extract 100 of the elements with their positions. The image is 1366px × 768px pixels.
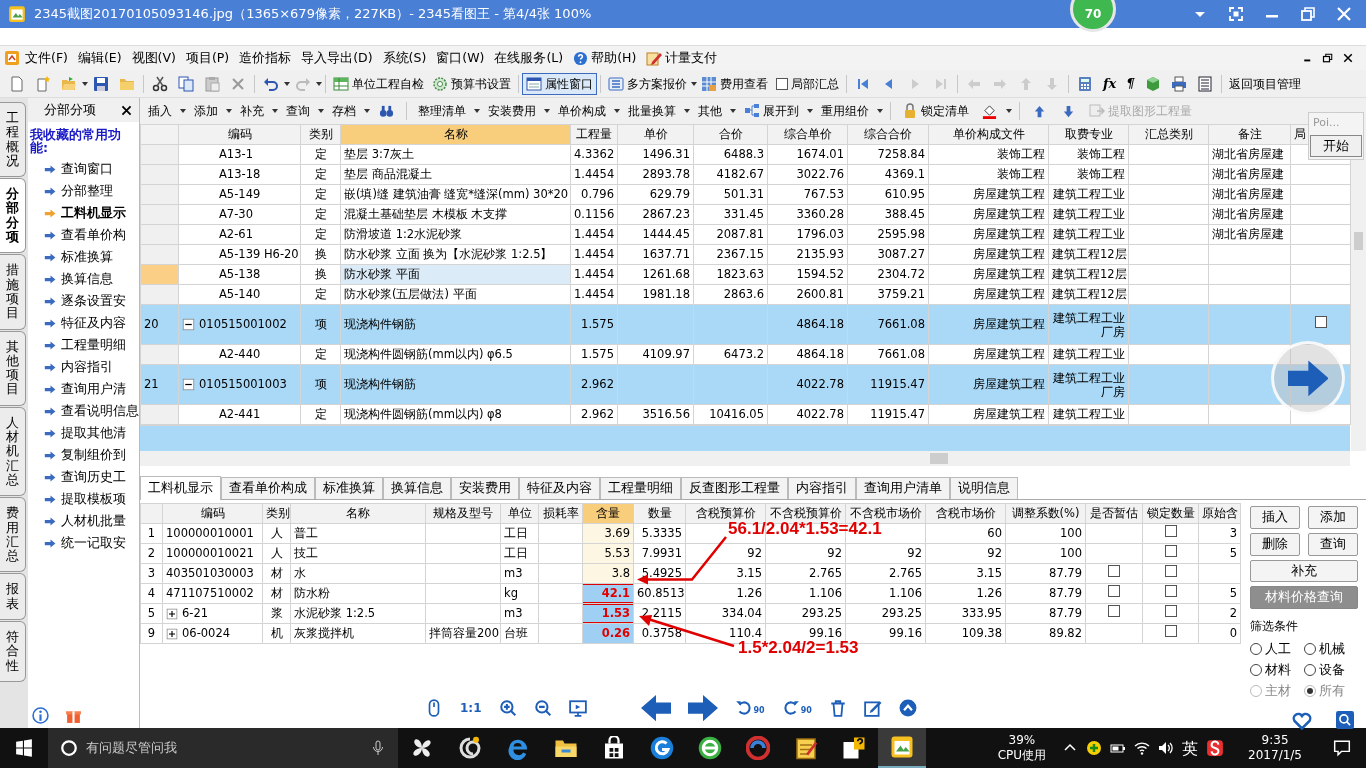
column-header[interactable]: 规格及型号: [425, 503, 501, 524]
column-header[interactable]: 锁定数量: [1142, 503, 1199, 524]
favorite-item[interactable]: 分部整理: [28, 180, 139, 202]
side-tab[interactable]: 人材机汇总: [0, 406, 26, 497]
toolbar-button[interactable]: 锁定清单: [898, 100, 973, 122]
favorite-item[interactable]: 查询窗口: [28, 158, 139, 180]
column-header[interactable]: 单价: [617, 124, 694, 145]
side-button[interactable]: 查询: [1308, 532, 1358, 556]
column-header[interactable]: 备注: [1208, 124, 1291, 145]
tab[interactable]: 反查图形工程量: [681, 477, 788, 499]
column-header[interactable]: 含税市场价: [925, 503, 1006, 524]
delete-button[interactable]: [828, 699, 847, 717]
checkbox[interactable]: [1164, 544, 1177, 557]
close-icon[interactable]: [1342, 52, 1354, 64]
caret-icon[interactable]: [691, 81, 697, 86]
new-file-icon[interactable]: [9, 75, 25, 92]
column-header[interactable]: 综合合价: [847, 124, 929, 145]
menu-item[interactable]: 计量支付: [641, 48, 723, 68]
tab[interactable]: 查看单价构成: [221, 477, 315, 499]
column-header[interactable]: 工程量: [570, 124, 618, 145]
toolbar-button[interactable]: 整理清单: [414, 100, 470, 122]
radio-button[interactable]: 人工: [1250, 639, 1304, 660]
start-button[interactable]: 开始: [1310, 134, 1362, 158]
toolbar-button[interactable]: 单位工程自检: [329, 72, 428, 95]
checkbox[interactable]: [1314, 315, 1327, 328]
favorite-item[interactable]: 提取其他清: [28, 422, 139, 444]
side-button[interactable]: 添加: [1308, 506, 1358, 529]
side-button[interactable]: 插入: [1250, 506, 1300, 529]
menu-item[interactable]: 造价指标: [234, 48, 297, 68]
volume-icon[interactable]: [1158, 740, 1175, 756]
wifi-icon[interactable]: [1134, 740, 1151, 756]
checkbox[interactable]: [1164, 584, 1177, 597]
paint-bucket-icon[interactable]: [982, 103, 997, 119]
caret-icon[interactable]: [1006, 109, 1012, 113]
column-header[interactable]: 编码: [178, 124, 301, 145]
favorite-item[interactable]: 查询用户清: [28, 378, 139, 400]
menu-item[interactable]: 文件(F): [20, 48, 73, 68]
caret-icon[interactable]: [730, 109, 736, 113]
side-tab[interactable]: 其他项目: [0, 330, 26, 406]
tab[interactable]: 换算信息: [383, 477, 451, 499]
column-header[interactable]: 单价构成文件: [928, 124, 1049, 145]
copy-icon[interactable]: [178, 75, 194, 92]
favorite-item[interactable]: 标准换算: [28, 246, 139, 268]
calculator-icon[interactable]: [1077, 75, 1093, 92]
checkbox[interactable]: [1164, 624, 1177, 637]
toolbar-button[interactable]: fx: [1098, 73, 1122, 94]
side-tab[interactable]: 措施项目: [0, 254, 26, 330]
side-tab[interactable]: 费用汇总: [0, 497, 26, 573]
toolbar-button[interactable]: 展开到: [740, 100, 803, 122]
tab[interactable]: 查询用户清单: [856, 477, 950, 499]
favorite-item[interactable]: 工程量明细: [28, 334, 139, 356]
caret-icon[interactable]: [364, 109, 370, 113]
checkbox[interactable]: [1108, 564, 1120, 577]
menu-item[interactable]: 视图(V): [126, 48, 181, 68]
microphone-icon[interactable]: [370, 740, 386, 756]
caret-icon[interactable]: [474, 109, 480, 113]
column-header[interactable]: 取费专业: [1048, 124, 1129, 145]
caret-icon[interactable]: [272, 109, 278, 113]
caret-icon[interactable]: [544, 109, 550, 113]
info-icon[interactable]: [32, 707, 49, 724]
toolbar-button[interactable]: 添加: [190, 100, 222, 122]
toolbar-button[interactable]: 其他: [694, 100, 726, 122]
row-header[interactable]: 20: [140, 304, 179, 345]
checkbox[interactable]: [1164, 524, 1177, 537]
menu-item[interactable]: 系统(S): [377, 48, 432, 68]
swirl-icon[interactable]: [458, 736, 482, 760]
collapse-icon[interactable]: [182, 318, 195, 331]
scrollbar[interactable]: [1351, 124, 1366, 451]
rotate-left-button[interactable]: 90: [734, 699, 765, 717]
favorite-item[interactable]: 查询历史工: [28, 466, 139, 488]
actual-size-button[interactable]: 1:1: [460, 699, 482, 717]
toolbar-button[interactable]: 批量换算: [624, 100, 680, 122]
pinwheel-icon[interactable]: [410, 736, 434, 760]
menu-item[interactable]: 编辑(E): [72, 48, 127, 68]
side-tab[interactable]: 工程概况: [0, 102, 26, 178]
toolbar-button[interactable]: 存档: [328, 100, 360, 122]
input-language[interactable]: 英: [1182, 740, 1199, 756]
collapse-icon[interactable]: [182, 378, 195, 391]
search-field[interactable]: 有问题尽管问我: [48, 728, 398, 768]
toolbar-button[interactable]: 补充: [236, 100, 268, 122]
tab[interactable]: 工程量明细: [600, 477, 681, 499]
slideshow-button[interactable]: [568, 699, 587, 717]
column-header[interactable]: 含量: [582, 503, 634, 524]
tab[interactable]: 安装费用: [451, 477, 519, 499]
up-arrow-icon[interactable]: [1032, 103, 1047, 119]
favorite-item[interactable]: 工料机显示: [28, 202, 139, 224]
toolbar-button[interactable]: 插入: [144, 100, 176, 122]
favorite-item[interactable]: 提取模板项: [28, 488, 139, 510]
caret-icon[interactable]: [82, 81, 88, 86]
favorite-item[interactable]: 换算信息: [28, 268, 139, 290]
caret-icon[interactable]: [614, 109, 620, 113]
column-header[interactable]: 数量: [633, 503, 686, 524]
menu-item[interactable]: 窗口(W): [431, 48, 490, 68]
tab[interactable]: 内容指引: [788, 477, 856, 499]
expand-icon[interactable]: [166, 607, 178, 620]
previous-button[interactable]: [640, 693, 671, 723]
rotate-right-button[interactable]: 90: [781, 699, 812, 717]
favorite-item[interactable]: 统一记取安: [28, 532, 139, 554]
edit-button[interactable]: [863, 699, 882, 717]
clock[interactable]: 9:35 2017/1/5: [1248, 733, 1302, 763]
